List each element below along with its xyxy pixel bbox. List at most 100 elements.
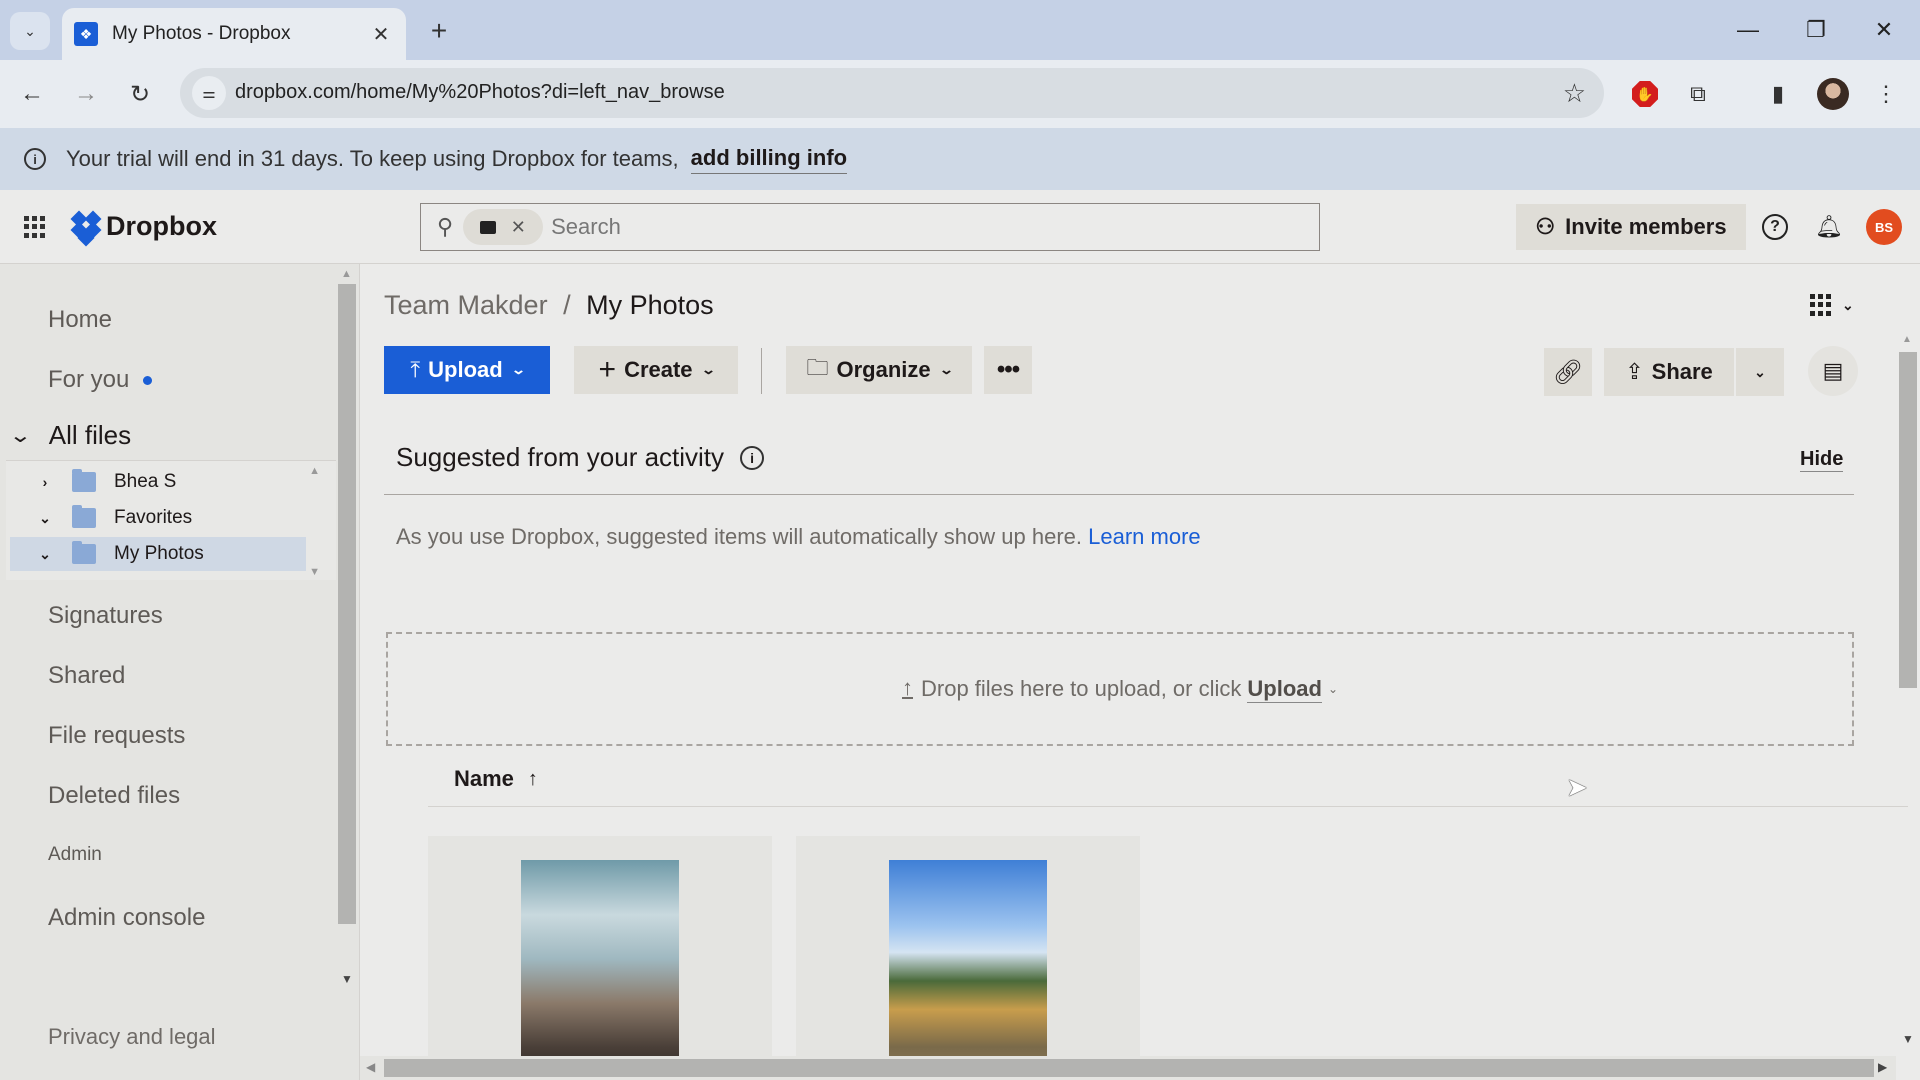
sidebar-item-admin-console[interactable]: Admin console (48, 904, 205, 932)
tree-item-my-photos[interactable]: ⌄ My Photos (10, 537, 306, 571)
scroll-down-arrow[interactable]: ▼ (1902, 1032, 1914, 1046)
extensions-icon[interactable]: ⧉ (1680, 76, 1716, 112)
plus-icon: + (598, 353, 617, 386)
share-button[interactable]: ⇪ Share (1604, 348, 1734, 396)
chevron-right-icon[interactable]: › (30, 474, 60, 490)
folder-tree: › Bhea S ⌄ Favorites ⌄ My Photos ▲ ▼ (6, 460, 336, 580)
search-box[interactable]: ⚲ ✕ (420, 203, 1320, 251)
tree-item-bhea-s[interactable]: › Bhea S (10, 465, 306, 499)
browser-toolbar: ← → ↻ ⚌ dropbox.com/home/My%20Photos?di=… (0, 60, 1920, 128)
scrollbar-thumb[interactable] (338, 284, 356, 924)
create-button[interactable]: + Create ⌄ (574, 346, 738, 394)
name-column-header[interactable]: Name ↑ (454, 766, 538, 792)
activity-panel-button[interactable]: ▤ (1808, 346, 1858, 396)
chevron-down-icon[interactable]: ⌄ (9, 423, 32, 448)
url-text[interactable]: dropbox.com/home/My%20Photos?di=left_nav… (235, 81, 725, 104)
invite-members-button[interactable]: ⚇ Invite members (1516, 204, 1746, 250)
address-bar[interactable]: ⚌ dropbox.com/home/My%20Photos?di=left_n… (180, 68, 1604, 118)
dropbox-logo[interactable]: Dropbox (70, 210, 217, 247)
search-input[interactable] (551, 214, 1152, 240)
close-icon: ✕ (1874, 17, 1894, 42)
scrollbar-thumb[interactable] (384, 1059, 1874, 1077)
minimize-button[interactable]: — (1718, 8, 1778, 52)
sort-ascending-icon: ↑ (527, 767, 538, 790)
reload-button[interactable]: ↻ (122, 76, 158, 112)
photo-thumbnail[interactable] (521, 860, 679, 1080)
sidebar-item-label: For you (48, 366, 130, 393)
tree-scroll-down-arrow[interactable]: ▼ (309, 566, 320, 578)
user-avatar[interactable]: BS (1866, 209, 1902, 245)
forward-button[interactable]: → (68, 76, 104, 112)
grid-view-icon (1810, 294, 1832, 316)
folder-filter-chip[interactable]: ✕ (463, 209, 544, 245)
sidebar-item-for-you[interactable]: For you (48, 366, 153, 394)
help-icon[interactable]: ? (1762, 214, 1788, 240)
share-options-button[interactable]: ⌄ (1736, 348, 1784, 396)
new-tab-button[interactable]: + (422, 14, 456, 48)
photo-card[interactable] (428, 836, 772, 1080)
organize-button[interactable]: 🗀 Organize ⌄ (786, 346, 972, 394)
tree-scroll-up-arrow[interactable]: ▲ (309, 465, 320, 477)
adblock-icon[interactable]: ✋ (1632, 81, 1658, 107)
copy-link-button[interactable]: 🔗︎ (1544, 348, 1592, 396)
photo-card[interactable] (796, 836, 1140, 1080)
drop-zone[interactable]: ↑ Drop files here to upload, or click Up… (386, 632, 1854, 746)
sidebar-item-home[interactable]: Home (48, 306, 112, 334)
bookmark-star-icon[interactable]: ☆ (1563, 78, 1586, 109)
restore-button[interactable]: ❐ (1786, 8, 1846, 52)
upload-button[interactable]: ⤒ Upload ⌄ (384, 346, 550, 394)
plus-icon: + (430, 15, 448, 46)
sidebar-item-file-requests[interactable]: File requests (48, 722, 185, 750)
sidebar-item-signatures[interactable]: Signatures (48, 602, 163, 630)
close-window-button[interactable]: ✕ (1854, 8, 1914, 52)
sidebar-scrollbar[interactable]: ▲ ▼ (336, 264, 358, 1004)
reload-icon: ↻ (129, 80, 151, 108)
scroll-up-arrow[interactable]: ▲ (341, 268, 352, 280)
scroll-up-arrow[interactable]: ▲ (1902, 334, 1912, 345)
breadcrumb-parent[interactable]: Team Makder (384, 290, 548, 320)
suggested-section-title: Suggested from your activity i (396, 442, 765, 473)
sidebar-item-all-files[interactable]: ⌄ All files (9, 420, 131, 451)
chevron-down-icon[interactable]: ⌄ (30, 546, 60, 563)
chevron-down-icon[interactable]: ⌄ (30, 510, 60, 527)
scroll-right-arrow[interactable]: ▶ (1878, 1060, 1887, 1074)
scroll-down-arrow[interactable]: ▼ (341, 972, 353, 986)
back-button[interactable]: ← (14, 76, 50, 112)
app-header: Dropbox ⚲ ✕ ⚇ Invite members ? 🔔︎ BS (0, 190, 1920, 264)
more-actions-button[interactable]: ••• (984, 346, 1032, 394)
site-info-button[interactable]: ⚌ (192, 76, 226, 110)
app-switcher-icon[interactable] (24, 216, 46, 238)
main-vertical-scrollbar[interactable]: ▲ ▼ (1896, 332, 1920, 1062)
photo-thumbnail[interactable] (889, 860, 1047, 1080)
browser-profile-avatar[interactable] (1817, 78, 1849, 110)
create-label: Create (624, 357, 693, 382)
tab-title: My Photos - Dropbox (112, 23, 291, 44)
scroll-left-arrow[interactable]: ◀ (366, 1060, 375, 1074)
info-icon[interactable]: i (740, 445, 765, 470)
learn-more-link[interactable]: Learn more (1088, 524, 1201, 549)
mouse-cursor-icon: ➤ (1566, 772, 1588, 802)
scrollbar-thumb[interactable] (1899, 352, 1917, 688)
sidebar-item-deleted-files[interactable]: Deleted files (48, 782, 180, 810)
sidebar-item-shared[interactable]: Shared (48, 662, 125, 690)
tree-item-favorites[interactable]: ⌄ Favorites (10, 501, 306, 535)
browser-menu-icon[interactable]: ⋮ (1868, 76, 1904, 112)
kebab-menu-icon: ⋮ (1875, 81, 1897, 106)
close-tab-icon[interactable]: ✕ (366, 19, 396, 49)
new-activity-dot (143, 376, 153, 386)
info-icon: i (24, 148, 46, 170)
hide-suggested-button[interactable]: Hide (1800, 448, 1844, 472)
panel-icon: ▮ (1771, 81, 1785, 106)
search-icon: ⚲ (437, 214, 454, 239)
bell-icon[interactable]: 🔔︎ (1814, 212, 1844, 242)
view-toggle-button[interactable]: ⌄ (1810, 294, 1854, 316)
add-user-icon: ⚇ (1535, 214, 1556, 239)
drop-zone-upload-link[interactable]: Upload (1247, 676, 1322, 703)
chip-close-icon[interactable]: ✕ (511, 217, 526, 238)
privacy-and-legal-link[interactable]: Privacy and legal (48, 1024, 216, 1050)
browser-tab[interactable]: ❖ My Photos - Dropbox ✕ (62, 8, 406, 60)
add-billing-info-link[interactable]: add billing info (690, 145, 848, 174)
main-horizontal-scrollbar[interactable]: ◀ ▶ (360, 1056, 1896, 1080)
side-panel-icon[interactable]: ▮ (1760, 76, 1796, 112)
tab-search-button[interactable]: ⌄ (10, 12, 50, 50)
